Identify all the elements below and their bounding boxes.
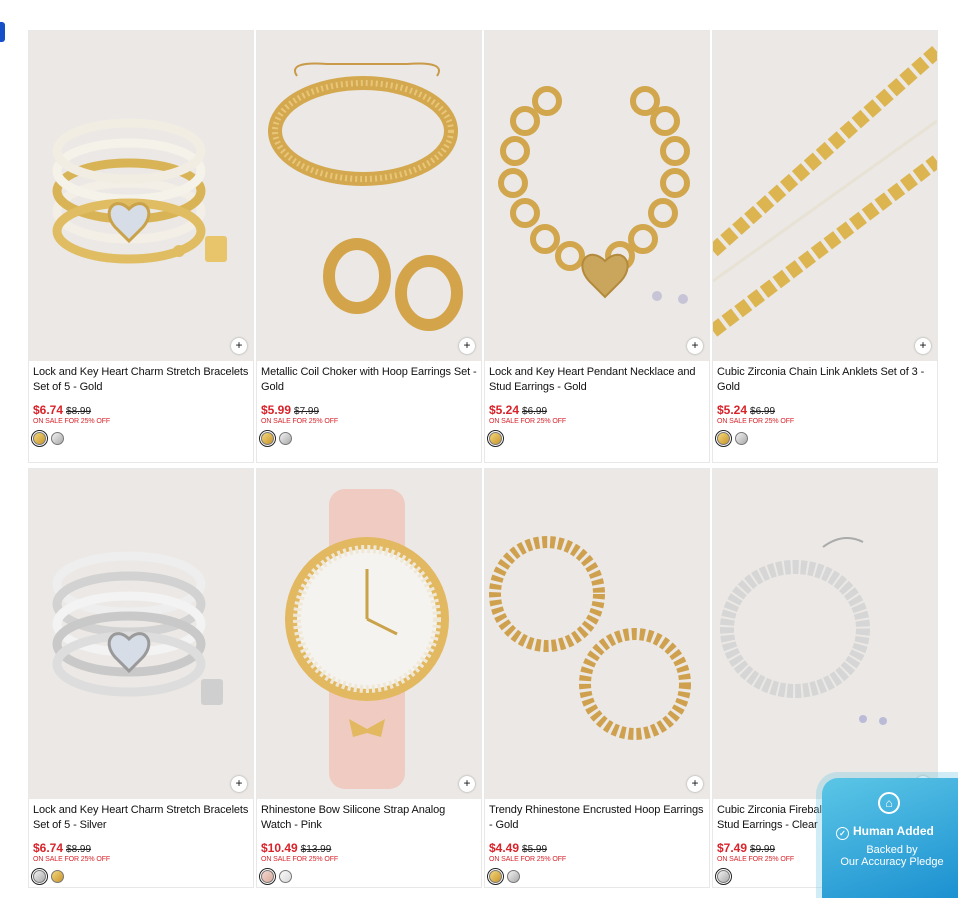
- product-card[interactable]: + Metallic Coil Choker with Hoop Earring…: [256, 30, 482, 463]
- product-image[interactable]: +: [485, 31, 709, 361]
- swatch-silver[interactable]: [51, 432, 64, 445]
- price-row: $4.49 $5.99: [489, 839, 705, 855]
- anklets-image: [713, 45, 937, 337]
- badge-line-2: Backed by: [866, 844, 918, 856]
- product-card[interactable]: + Lock and Key Heart Pendant Necklace an…: [484, 30, 710, 463]
- sale-price: $6.74: [33, 841, 64, 855]
- color-swatches: [715, 430, 933, 447]
- product-image[interactable]: +: [29, 31, 253, 361]
- side-tab-edge[interactable]: [0, 22, 5, 42]
- sale-price: $6.74: [33, 403, 64, 417]
- quick-add-button[interactable]: +: [687, 338, 703, 354]
- original-price: $9.99: [750, 844, 776, 855]
- sale-promo-text: ON SALE FOR 25% OFF: [33, 856, 111, 863]
- swatch-gold[interactable]: [487, 430, 504, 447]
- swatch-silver[interactable]: [507, 870, 520, 883]
- sale-price: $5.24: [717, 403, 748, 417]
- sale-promo-text: ON SALE FOR 25% OFF: [489, 418, 567, 425]
- color-swatches: [487, 430, 705, 447]
- product-title[interactable]: Metallic Coil Choker with Hoop Earrings …: [261, 365, 477, 395]
- sale-promo-text: ON SALE FOR 25% OFF: [33, 418, 111, 425]
- quick-add-button[interactable]: +: [915, 338, 931, 354]
- sale-price: $7.49: [717, 841, 748, 855]
- product-card[interactable]: + Cubic Zirconia Chain Link Anklets Set …: [712, 30, 938, 463]
- swatch-gold[interactable]: [51, 870, 64, 883]
- swatch-gold[interactable]: [715, 430, 732, 447]
- sale-price: $4.49: [489, 841, 520, 855]
- original-price: $6.99: [522, 406, 548, 417]
- color-swatches: [31, 868, 249, 885]
- color-swatches: [259, 430, 477, 447]
- swatch-clear[interactable]: [279, 870, 292, 883]
- product-title[interactable]: Trendy Rhinestone Encrusted Hoop Earring…: [489, 803, 705, 833]
- watch-image: [285, 489, 449, 789]
- sale-price: $5.24: [489, 403, 520, 417]
- product-image[interactable]: +: [257, 469, 481, 799]
- color-swatches: [487, 868, 705, 885]
- bracelets-gold-image: [52, 118, 227, 264]
- quick-add-button[interactable]: +: [231, 338, 247, 354]
- quick-add-button[interactable]: +: [459, 776, 475, 792]
- home-icon: ⌂: [878, 792, 900, 814]
- swatch-silver[interactable]: [279, 432, 292, 445]
- swatch-gold[interactable]: [31, 430, 48, 447]
- swatch-gold[interactable]: [487, 868, 504, 885]
- swatch-silver[interactable]: [735, 432, 748, 445]
- check-icon: ✓: [836, 827, 849, 840]
- product-card[interactable]: + Rhinestone Bow Silicone Strap Analog W…: [256, 468, 482, 888]
- accuracy-pledge-badge[interactable]: ⌂ ✓ Human Added Backed by Our Accuracy Ple…: [822, 778, 958, 898]
- product-grid: + Lock and Key Heart Charm Stretch Brace…: [28, 30, 938, 463]
- price-row: $10.49 $13.99: [261, 839, 477, 855]
- color-swatches: [259, 868, 477, 885]
- price-row: $6.74 $8.99: [33, 401, 249, 417]
- quick-add-button[interactable]: +: [231, 776, 247, 792]
- chain-heart-image: [498, 86, 690, 304]
- product-image[interactable]: +: [257, 31, 481, 361]
- sale-promo-text: ON SALE FOR 25% OFF: [261, 856, 339, 863]
- badge-title: ✓ Human Added: [836, 824, 934, 840]
- sale-promo-text: ON SALE FOR 25% OFF: [261, 418, 339, 425]
- product-title[interactable]: Cubic Zirconia Chain Link Anklets Set of…: [717, 365, 933, 395]
- swatch-silver[interactable]: [31, 868, 48, 885]
- sale-price: $5.99: [261, 403, 292, 417]
- product-title[interactable]: Lock and Key Heart Charm Stretch Bracele…: [33, 803, 249, 833]
- original-price: $13.99: [300, 844, 332, 855]
- product-image[interactable]: +: [485, 469, 709, 799]
- quick-add-button[interactable]: +: [687, 776, 703, 792]
- swatch-silver[interactable]: [715, 868, 732, 885]
- bracelets-silver-image: [52, 551, 223, 705]
- sale-price: $10.49: [261, 841, 298, 855]
- hoops-image: [489, 536, 691, 740]
- quick-add-button[interactable]: +: [459, 338, 475, 354]
- sale-promo-text: ON SALE FOR 25% OFF: [489, 856, 567, 863]
- original-price: $7.99: [294, 406, 320, 417]
- fireball-image: [720, 537, 887, 725]
- sale-promo-text: ON SALE FOR 25% OFF: [717, 418, 795, 425]
- badge-line-1: Human Added: [853, 824, 934, 838]
- product-title[interactable]: Lock and Key Heart Charm Stretch Bracele…: [33, 365, 249, 395]
- swatch-gold[interactable]: [259, 430, 276, 447]
- product-title[interactable]: Rhinestone Bow Silicone Strap Analog Wat…: [261, 803, 477, 833]
- price-row: $5.24 $6.99: [489, 401, 705, 417]
- badge-subtitle: Backed by Our Accuracy Pledge: [822, 844, 958, 868]
- original-price: $8.99: [66, 406, 92, 417]
- color-swatches: [31, 430, 249, 447]
- original-price: $6.99: [750, 406, 776, 417]
- product-card[interactable]: + Lock and Key Heart Charm Stretch Brace…: [28, 30, 254, 463]
- product-card[interactable]: + Lock and Key Heart Charm Stretch Brace…: [28, 468, 254, 888]
- product-grid-row-2: + Lock and Key Heart Charm Stretch Brace…: [28, 468, 938, 888]
- price-row: $5.99 $7.99: [261, 401, 477, 417]
- product-card[interactable]: + Trendy Rhinestone Encrusted Hoop Earri…: [484, 468, 710, 888]
- product-title[interactable]: Lock and Key Heart Pendant Necklace and …: [489, 365, 705, 395]
- badge-line-3: Our Accuracy Pledge: [840, 856, 944, 868]
- swatch-pink[interactable]: [259, 868, 276, 885]
- price-row: $5.24 $6.99: [717, 401, 933, 417]
- product-image[interactable]: +: [713, 31, 937, 361]
- original-price: $8.99: [66, 844, 92, 855]
- coil-choker-image: [268, 62, 463, 331]
- price-row: $6.74 $8.99: [33, 839, 249, 855]
- product-image[interactable]: +: [29, 469, 253, 799]
- product-image[interactable]: +: [713, 469, 937, 799]
- original-price: $5.99: [522, 844, 548, 855]
